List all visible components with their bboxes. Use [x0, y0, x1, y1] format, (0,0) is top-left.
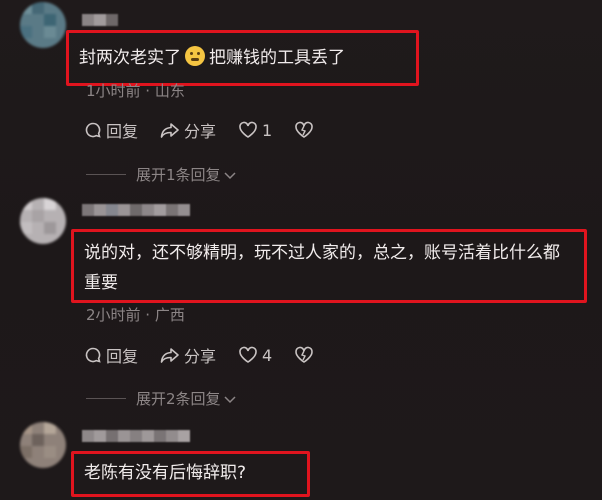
like-button[interactable]: 4	[238, 346, 272, 365]
avatar[interactable]	[20, 198, 66, 244]
dislike-button[interactable]	[294, 346, 318, 364]
thinking-face-emoji-icon	[185, 46, 205, 66]
like-count: 4	[262, 345, 273, 365]
like-count: 1	[262, 120, 273, 140]
username-redacted[interactable]	[82, 204, 190, 216]
comment-meta: 1小时前 · 山东	[86, 82, 185, 100]
avatar[interactable]	[20, 2, 66, 48]
comment-text-part: 封两次老实了	[79, 48, 181, 68]
comment-meta: 2小时前 · 广西	[86, 306, 185, 324]
broken-heart-icon	[295, 346, 314, 363]
share-label: 分享	[184, 122, 217, 141]
reply-label: 回复	[106, 347, 139, 366]
like-button[interactable]: 1	[238, 121, 272, 140]
username-redacted[interactable]	[82, 430, 190, 442]
comment-text-highlighted: 老陈有没有后悔辞职?	[71, 451, 310, 497]
chevron-down-icon	[224, 171, 236, 179]
broken-heart-icon	[295, 121, 314, 138]
expand-label: 展开1条回复	[136, 166, 221, 184]
share-button[interactable]: 分享	[160, 343, 216, 367]
comment-text-part: 把赚钱的工具丢了	[209, 48, 345, 68]
reply-icon	[85, 122, 101, 138]
expand-replies-button[interactable]: 展开1条回复	[86, 164, 237, 185]
comment-actions: 回复 分享 4	[84, 343, 340, 367]
reply-icon	[85, 347, 101, 363]
comment-text: 老陈有没有后悔辞职?	[84, 463, 247, 483]
share-icon	[160, 348, 179, 363]
comment-text-highlighted: 封两次老实了 把赚钱的工具丢了	[66, 30, 419, 86]
avatar[interactable]	[20, 422, 66, 468]
comment-text: 说的对，还不够精明，玩不过人家的，总之，账号活着比什么都重要	[84, 243, 560, 293]
reply-label: 回复	[106, 122, 139, 141]
share-icon	[160, 123, 179, 138]
reply-button[interactable]: 回复	[84, 118, 138, 142]
share-label: 分享	[184, 347, 217, 366]
comment-actions: 回复 分享 1	[84, 118, 340, 142]
reply-button[interactable]: 回复	[84, 343, 138, 367]
divider	[86, 174, 126, 175]
username-redacted[interactable]	[82, 14, 118, 26]
comment-text-highlighted: 说的对，还不够精明，玩不过人家的，总之，账号活着比什么都重要	[71, 229, 587, 303]
divider	[86, 398, 126, 399]
chevron-down-icon	[224, 395, 236, 403]
share-button[interactable]: 分享	[160, 118, 216, 142]
heart-icon	[239, 346, 257, 363]
heart-icon	[239, 121, 257, 138]
dislike-button[interactable]	[294, 121, 318, 139]
expand-replies-button[interactable]: 展开2条回复	[86, 388, 237, 409]
expand-label: 展开2条回复	[136, 390, 221, 408]
